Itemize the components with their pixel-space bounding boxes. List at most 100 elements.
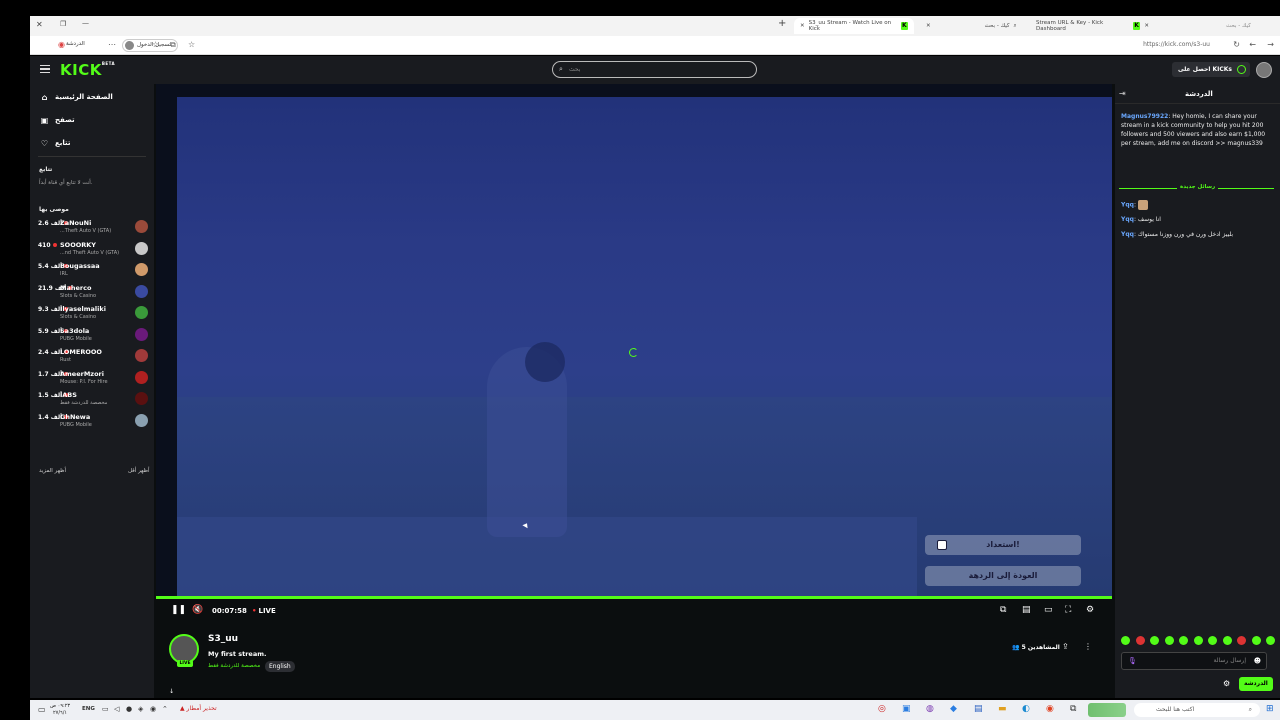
- close-window-icon[interactable]: ✕: [36, 20, 43, 29]
- extensions-icon[interactable]: ⧉: [170, 40, 176, 50]
- show-less-link[interactable]: أظهر أقل: [128, 468, 150, 474]
- favorites-icon[interactable]: ☆: [152, 40, 159, 49]
- emote-icon[interactable]: [1193, 636, 1203, 645]
- chat-message-input[interactable]: 🎙 إرسال رسالة ☻: [1121, 652, 1267, 670]
- task-view-icon[interactable]: ⧉: [1070, 704, 1076, 715]
- get-kicks-button[interactable]: احصل على KICKs: [1172, 62, 1250, 77]
- scroll-down-icon[interactable]: ↓: [169, 688, 174, 695]
- chat-username[interactable]: Yqq: [1121, 202, 1134, 209]
- close-tab-icon[interactable]: ✕: [926, 23, 931, 29]
- recommended-channel[interactable]: 1.7 ألف AmeerMzori Mouse: P.I. For Hire: [38, 369, 148, 389]
- app-icon[interactable]: ▣: [902, 704, 911, 715]
- show-more-link[interactable]: أظهر المزيد: [39, 468, 66, 474]
- recommended-channel[interactable]: 5.9 ألف Sa3dola PUBG Mobile: [38, 326, 148, 346]
- microphone-icon[interactable]: 🎙: [1128, 653, 1137, 669]
- nav-home[interactable]: ⌂ الصفحة الرئيسية: [40, 90, 113, 104]
- user-avatar[interactable]: [1256, 62, 1272, 78]
- kick-logo[interactable]: KICKBETA: [60, 61, 115, 79]
- system-clock[interactable]: ٠٩:٢٣ ص ٢٧/٦/١: [50, 703, 70, 717]
- recommended-channel[interactable]: 9.3 ألف Ilyaselmaliki Slots & Casino: [38, 304, 148, 324]
- network-icon[interactable]: ◉: [150, 704, 156, 715]
- app-icon[interactable]: ◆: [950, 704, 957, 715]
- more-icon[interactable]: ⋯: [108, 40, 116, 49]
- settings-gear-icon[interactable]: ⚙: [1086, 606, 1094, 615]
- back-to-lobby-button[interactable]: العودة إلى الردهة: [925, 566, 1081, 586]
- close-tab-icon[interactable]: ✕: [1144, 23, 1149, 29]
- nav-browse[interactable]: ▣ تصفح: [40, 113, 75, 127]
- recommended-channel[interactable]: 1.5 ألف iABS مخصصة للدردشة فقط: [38, 390, 148, 410]
- back-icon[interactable]: ←: [1249, 40, 1256, 49]
- microphone-icon[interactable]: ●: [126, 704, 132, 715]
- file-explorer-icon[interactable]: ▬: [998, 704, 1007, 715]
- volume-icon[interactable]: ◁: [114, 704, 119, 715]
- copilot-icon[interactable]: ◉: [58, 40, 65, 49]
- mute-icon[interactable]: 🔇: [192, 606, 203, 615]
- minimize-window-icon[interactable]: —: [82, 19, 89, 27]
- chat-username[interactable]: Magnus79922: [1121, 113, 1168, 120]
- chat-username[interactable]: Yqq: [1121, 231, 1134, 238]
- recommended-channel[interactable]: 410 SOOORKY ...nd Theft Auto V (GTA): [38, 240, 148, 260]
- tab-dashboard[interactable]: Stream URL & Key - Kick Dashboard K ✕: [1030, 18, 1155, 34]
- pause-icon[interactable]: ❚❚: [171, 606, 186, 615]
- chrome-icon[interactable]: ◉: [1046, 704, 1054, 715]
- emote-icon[interactable]: [1222, 636, 1232, 645]
- app-icon[interactable]: ◍: [926, 704, 934, 715]
- collapse-chat-icon[interactable]: ⇥: [1119, 89, 1126, 98]
- emote-icon[interactable]: [1121, 636, 1130, 645]
- notifications-icon[interactable]: ▭: [38, 704, 46, 715]
- edge-browser-icon[interactable]: ◐: [1022, 704, 1030, 715]
- video-frame[interactable]: استعداد! العودة إلى الردهة: [177, 97, 1112, 596]
- emote-icon[interactable]: [1251, 636, 1261, 645]
- url-field[interactable]: https://kick.com/s3-uu: [1143, 41, 1210, 48]
- restore-window-icon[interactable]: ❐: [60, 20, 66, 28]
- channel-name[interactable]: S3_uu: [208, 634, 238, 644]
- battery-icon[interactable]: ▭: [102, 704, 109, 715]
- recommended-channel[interactable]: 5.4 ألف Bougassaa IRL: [38, 261, 148, 281]
- picture-in-picture-icon[interactable]: ⧉: [1000, 606, 1006, 615]
- emote-icon[interactable]: [1266, 636, 1275, 645]
- clip-icon[interactable]: ▤: [1022, 606, 1031, 615]
- fullscreen-icon[interactable]: ⛶: [1065, 606, 1071, 615]
- tab-search-2[interactable]: كيك - بحث: [1180, 18, 1270, 34]
- windows-start-icon[interactable]: ⊞: [1266, 704, 1274, 715]
- emote-icon[interactable]: [1208, 636, 1217, 645]
- more-options-icon[interactable]: ⋮: [1084, 642, 1092, 651]
- recommended-channel[interactable]: 2.4 ألف LOMEROOO Rust: [38, 347, 148, 367]
- menu-icon[interactable]: [40, 65, 50, 73]
- bookmark-icon[interactable]: ☆: [188, 40, 195, 49]
- recommended-channel[interactable]: 21.9 ألف Maherco Slots & Casino: [38, 283, 148, 303]
- emote-icon[interactable]: [1135, 636, 1145, 645]
- emote-icon[interactable]: [1179, 636, 1188, 645]
- recommended-channel[interactable]: 1.4 ألف GhNewa PUBG Mobile: [38, 412, 148, 432]
- widgets-icon[interactable]: [1088, 703, 1126, 717]
- refresh-icon[interactable]: ↻: [1233, 40, 1240, 49]
- forward-icon[interactable]: →: [1267, 40, 1274, 49]
- search-input[interactable]: ⌕ بحث: [552, 61, 757, 78]
- chat-settings-gear-icon[interactable]: ⚙: [1223, 679, 1230, 688]
- share-icon[interactable]: ⇪: [1062, 642, 1069, 651]
- category-link[interactable]: مخصصة للدردشة فقط: [208, 663, 260, 669]
- reading-mode-label[interactable]: الدردشة: [66, 41, 85, 47]
- nav-following[interactable]: ♡ تتابع: [40, 136, 71, 150]
- camera-icon[interactable]: ◈: [138, 704, 143, 715]
- ready-button[interactable]: استعداد!: [925, 535, 1081, 555]
- taskbar-search[interactable]: اكتب هنا للبحث ⌕: [1134, 703, 1260, 717]
- tab-active-stream[interactable]: ✕ S3_uu Stream - Watch Live on Kick K: [794, 18, 914, 34]
- theater-mode-icon[interactable]: ▭: [1044, 606, 1053, 615]
- emote-icon[interactable]: [1164, 636, 1174, 645]
- input-language[interactable]: ENG: [82, 706, 95, 712]
- app-icon[interactable]: ▤: [974, 704, 983, 715]
- recommended-channel[interactable]: 2.6 ألف ZaNouNi ...Theft Auto V (GTA): [38, 218, 148, 238]
- tab-search[interactable]: ✕ كيك - بحث ⌕: [920, 18, 1025, 34]
- video-player[interactable]: استعداد! العودة إلى الردهة ❚❚ 🔇 00:07:58…: [156, 84, 1112, 624]
- tray-chevron-icon[interactable]: ⌃: [162, 704, 168, 715]
- channel-avatar[interactable]: LIVE: [169, 634, 199, 667]
- app-icon[interactable]: ◎: [878, 704, 886, 715]
- emote-icon[interactable]: [1237, 636, 1246, 645]
- close-tab-icon[interactable]: ✕: [800, 23, 805, 29]
- chat-send-button[interactable]: الدردشة: [1239, 677, 1273, 691]
- emoji-picker-icon[interactable]: ☻: [1254, 653, 1261, 669]
- chat-username[interactable]: Yqq: [1121, 216, 1134, 223]
- emote-icon[interactable]: [1150, 636, 1159, 645]
- new-tab-icon[interactable]: +: [778, 18, 786, 29]
